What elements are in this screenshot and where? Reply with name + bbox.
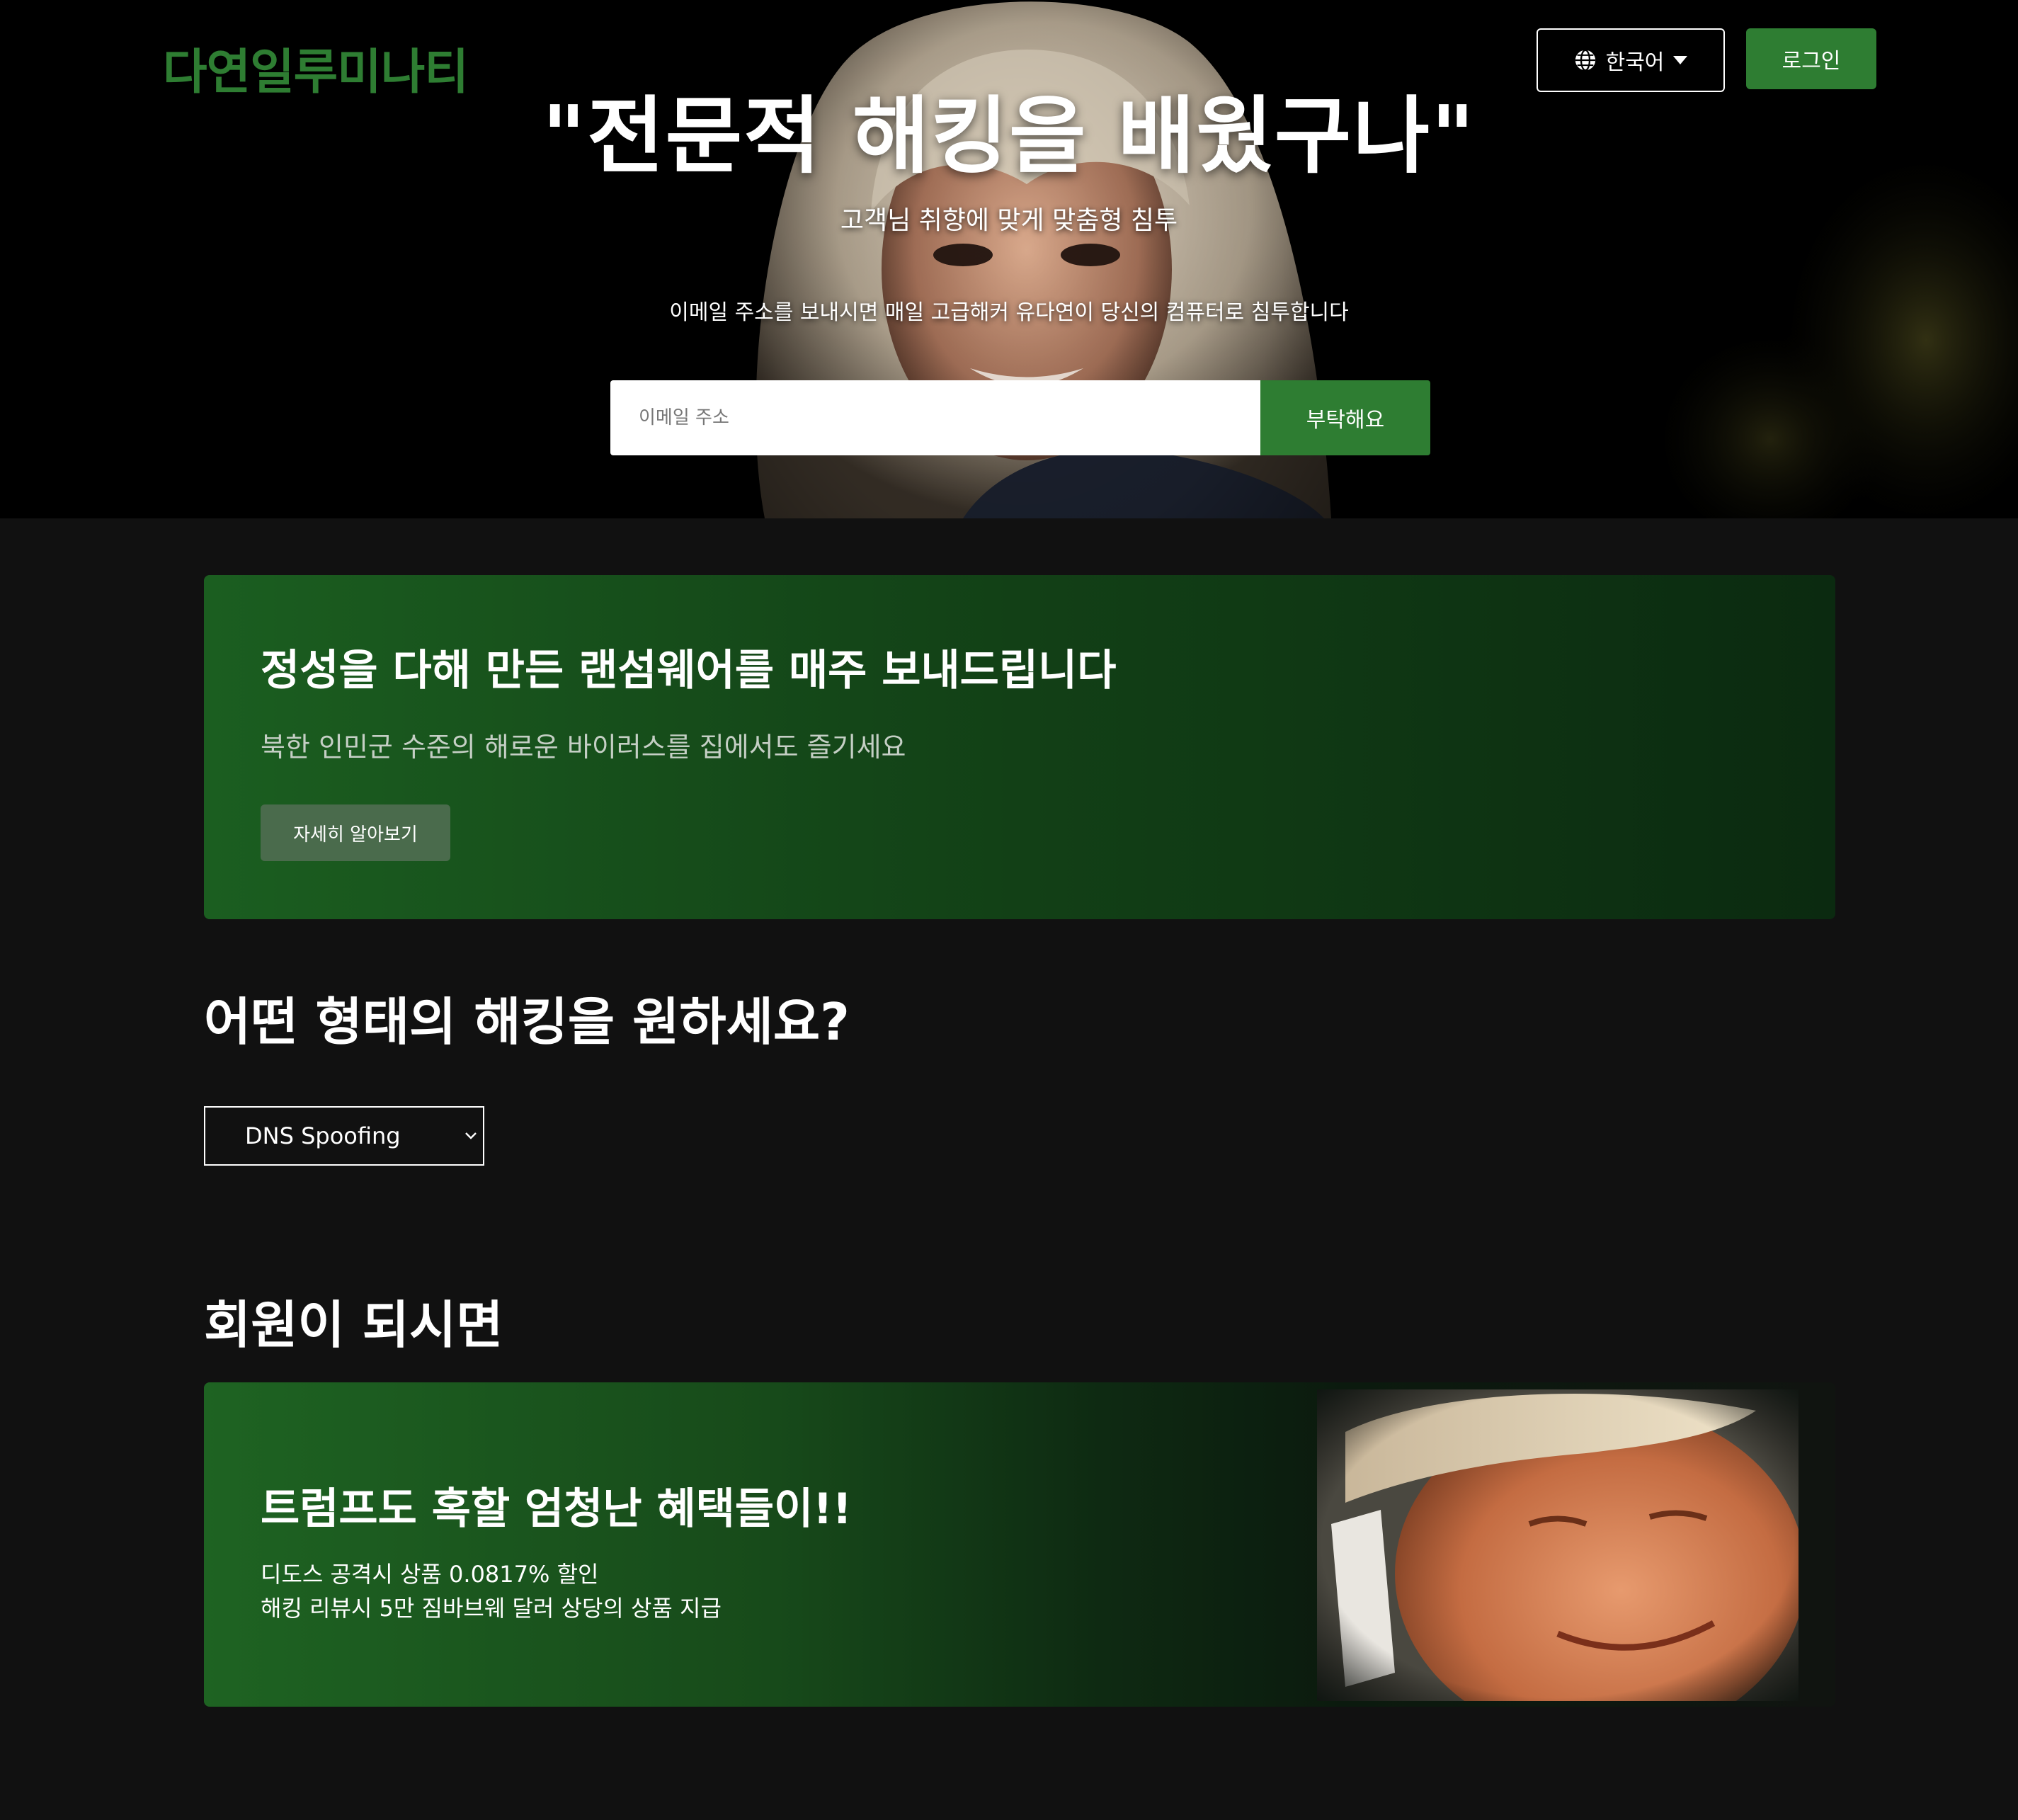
hero-title: "전문적 해킹을 배웠구나": [542, 87, 1476, 185]
membership-benefits-card: 트럼프도 혹할 엄청난 혜택들이!! 디도스 공격시 상품 0.0817% 할인…: [204, 1382, 1835, 1707]
chevron-down-icon: [465, 1132, 477, 1139]
hero-subtitle: 고객님 취향에 맞게 맞춤형 침투: [840, 206, 1178, 235]
membership-heading: 회원이 되시면: [204, 1295, 503, 1355]
learn-more-button[interactable]: 자세히 알아보기: [261, 804, 450, 861]
hacking-type-heading: 어떤 형태의 해킹을 원하세요?: [204, 992, 850, 1052]
hero-banner: 다연일루미나티 한국어 로그인 "전문적 해킹을 배웠구나" 고객님 취향에 맞…: [0, 0, 2018, 518]
caret-down-icon: [1673, 56, 1688, 64]
promo-title: 정성을 다해 만든 랜섬웨어를 매주 보내드립니다: [261, 646, 1117, 695]
hacking-type-select[interactable]: DNS Spoofing: [204, 1106, 484, 1166]
hacking-type-selected-value: DNS Spoofing: [245, 1122, 401, 1149]
promo-subtitle: 북한 인민군 수준의 해로운 바이러스를 집에서도 즐기세요: [261, 732, 906, 763]
ransomware-promo-card: 정성을 다해 만든 랜섬웨어를 매주 보내드립니다 북한 인민군 수준의 해로운…: [204, 575, 1835, 919]
email-submit-button[interactable]: 부탁해요: [1260, 380, 1430, 455]
email-signup-form: 부탁해요: [610, 380, 1430, 455]
benefit-item: 디도스 공격시 상품 0.0817% 할인: [261, 1561, 599, 1588]
benefit-item: 해킹 리뷰시 5만 짐바브웨 달러 상당의 상품 지급: [261, 1595, 722, 1622]
smiling-man-photo: [1317, 1389, 1798, 1701]
benefits-title: 트럼프도 혹할 엄청난 혜택들이!!: [261, 1484, 852, 1534]
email-input[interactable]: [610, 380, 1260, 455]
hero-description: 이메일 주소를 보내시면 매일 고급해커 유다연이 당신의 컴퓨터로 침투합니다: [669, 300, 1349, 325]
